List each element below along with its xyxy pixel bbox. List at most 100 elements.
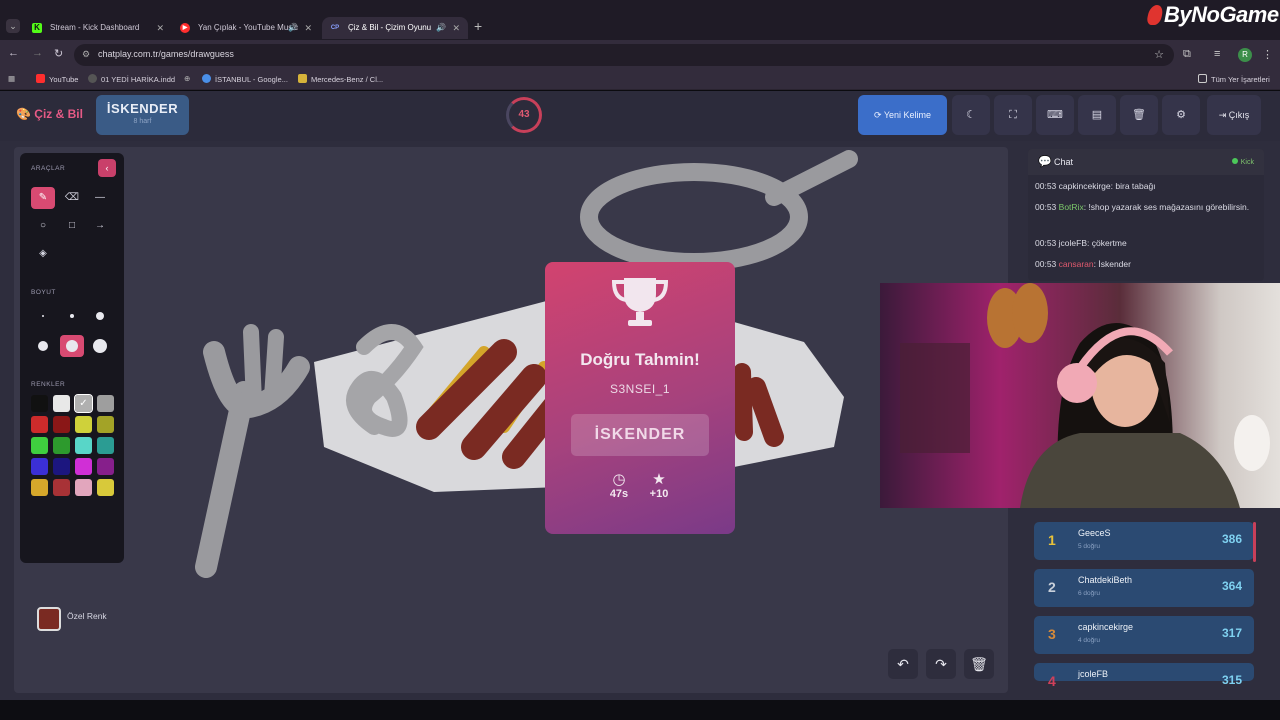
bookmark-youtube[interactable]: YouTube <box>36 74 78 84</box>
color-swatch[interactable] <box>31 416 48 433</box>
color-swatch[interactable] <box>31 479 48 496</box>
menu-icon[interactable]: ⋮ <box>1262 48 1273 61</box>
bookmark-star-icon[interactable]: ☆ <box>1154 48 1164 61</box>
size-xs[interactable] <box>31 305 55 327</box>
line-tool-icon[interactable]: — <box>88 187 112 209</box>
tab-kick-dashboard[interactable]: K Stream - Kick Dashboard ✕ <box>24 17 172 39</box>
bookmark-label: İSTANBUL - Google... <box>215 75 288 84</box>
size-xxl[interactable] <box>88 335 112 357</box>
settings-gear-icon[interactable]: ⚙ <box>1162 95 1200 135</box>
color-swatch[interactable] <box>53 458 70 475</box>
bookmark-yedi-harika[interactable]: 01 YEDİ HARİKA.indd <box>88 74 175 84</box>
color-swatch[interactable] <box>97 416 114 433</box>
close-tab-icon[interactable]: ✕ <box>452 17 460 39</box>
media-icon[interactable]: ≡ <box>1214 48 1220 60</box>
color-swatch[interactable] <box>75 458 92 475</box>
color-swatch[interactable] <box>75 437 92 454</box>
color-swatch[interactable] <box>31 395 48 412</box>
archive-icon[interactable]: ▤ <box>1078 95 1116 135</box>
speaker-icon[interactable]: 🔊 <box>288 17 298 39</box>
color-swatch[interactable] <box>53 437 70 454</box>
moon-icon[interactable]: ☾ <box>952 95 990 135</box>
points-value: +10 <box>649 488 669 500</box>
color-swatch[interactable] <box>97 437 114 454</box>
color-swatch[interactable] <box>53 395 70 412</box>
site-info-icon[interactable]: ⚙ <box>82 49 90 60</box>
folder-icon <box>1198 74 1207 83</box>
size-xl[interactable] <box>60 335 84 357</box>
leaderboard-scrollbar[interactable] <box>1253 522 1256 562</box>
chat-title: Chat <box>1054 157 1074 167</box>
player-score: 317 <box>1221 626 1242 640</box>
bookmark-all[interactable]: Tüm Yer İşaretleri <box>1198 74 1270 84</box>
size-m[interactable] <box>88 305 112 327</box>
circle-tool-icon[interactable]: ○ <box>31 215 55 237</box>
clear-canvas-icon[interactable]: 🗑 <box>964 649 994 679</box>
exit-button[interactable]: ⇥ Çıkış <box>1207 95 1261 135</box>
kick-icon: K <box>32 23 42 33</box>
msg-time: 00:53 <box>1035 238 1057 248</box>
rectangle-tool-icon[interactable]: □ <box>60 215 84 237</box>
star-icon: ★ <box>652 471 666 488</box>
color-swatch[interactable] <box>31 437 48 454</box>
profile-avatar[interactable]: R <box>1238 48 1252 62</box>
leaderboard-row: 4 jcoleFB 315 <box>1034 663 1254 689</box>
color-swatch[interactable] <box>53 479 70 496</box>
color-swatch[interactable] <box>53 416 70 433</box>
msg-time: 00:53 <box>1035 202 1057 212</box>
trash-icon[interactable]: 🗑 <box>1120 95 1158 135</box>
bookmark-istanbul[interactable]: İSTANBUL - Google... <box>202 74 288 84</box>
fill-bucket-icon[interactable]: ◈ <box>31 243 55 265</box>
color-swatch[interactable] <box>97 479 114 496</box>
tab-ciz-bil[interactable]: CP Çiz & Bil - Çizim Oyunu 🔊 ✕ <box>322 17 468 39</box>
tab-search-icon[interactable]: ⌄ <box>6 19 20 33</box>
bynogame-flame-icon <box>1145 5 1165 25</box>
fullscreen-icon[interactable]: ⛶ <box>994 95 1032 135</box>
msg-text: !shop yazarak ses mağazasını görebilirsi… <box>1088 202 1250 212</box>
chatplay-icon: CP <box>330 25 340 31</box>
color-swatch[interactable]: ✓ <box>74 394 93 413</box>
redo-icon[interactable]: ↷ <box>926 649 956 679</box>
eraser-icon[interactable]: ⌫ <box>60 187 84 209</box>
leaderboard-row: 1 GeeceS 5 doğru 386 <box>1034 522 1254 560</box>
close-tab-icon[interactable]: ✕ <box>156 17 164 39</box>
reload-icon[interactable]: ↻ <box>54 47 63 60</box>
brush-icon[interactable]: ✎ <box>31 187 55 209</box>
color-swatch[interactable] <box>97 395 114 412</box>
tab-youtube-music[interactable]: ▶ Yan Çıplak - YouTube Music 🔊 ✕ <box>172 17 320 39</box>
size-dot <box>70 314 74 318</box>
drawing-svg <box>195 150 858 578</box>
close-tab-icon[interactable]: ✕ <box>304 17 312 39</box>
mercedes-icon <box>298 74 307 83</box>
custom-color-swatch[interactable] <box>37 607 61 631</box>
rank-number: 3 <box>1048 626 1056 642</box>
new-tab-button[interactable]: + <box>474 18 482 34</box>
collapse-panel-button[interactable]: ‹ <box>98 159 116 177</box>
time-stat: ◷ 47s <box>599 470 639 500</box>
address-bar[interactable]: ⚙ chatplay.com.tr/games/drawguess ☆ <box>74 44 1174 66</box>
apps-grid-icon[interactable]: ▦ <box>8 74 15 83</box>
msg-user: jcoleFB <box>1058 238 1087 248</box>
undo-icon[interactable]: ↶ <box>888 649 918 679</box>
arrow-tool-icon[interactable]: → <box>88 215 112 237</box>
drawing-canvas[interactable] <box>14 147 1008 693</box>
size-s[interactable] <box>60 305 84 327</box>
logo-text: Çiz & Bil <box>34 107 83 121</box>
speaker-icon[interactable]: 🔊 <box>436 17 446 39</box>
color-swatch[interactable] <box>75 416 92 433</box>
back-icon[interactable]: ← <box>8 47 19 59</box>
size-l[interactable] <box>31 335 55 357</box>
extensions-icon[interactable]: ⧉ <box>1183 48 1191 61</box>
globe-icon[interactable]: ⊕ <box>184 74 190 83</box>
youtube-music-icon: ▶ <box>180 23 190 33</box>
color-swatch[interactable] <box>97 458 114 475</box>
tab-label: Stream - Kick Dashboard <box>50 23 140 32</box>
forward-icon[interactable]: → <box>32 47 43 59</box>
browser-tab-bar: ⌄ K Stream - Kick Dashboard ✕ ▶ Yan Çıpl… <box>0 0 1280 40</box>
bookmark-mercedes[interactable]: Mercedes-Benz / Cl... <box>298 74 383 84</box>
color-swatch[interactable] <box>31 458 48 475</box>
new-word-button[interactable]: ⟳ Yeni Kelime <box>858 95 947 135</box>
color-swatch[interactable] <box>75 479 92 496</box>
keyboard-icon[interactable]: ⌨ <box>1036 95 1074 135</box>
app-logo[interactable]: 🎨 Çiz & Bil <box>16 107 83 121</box>
